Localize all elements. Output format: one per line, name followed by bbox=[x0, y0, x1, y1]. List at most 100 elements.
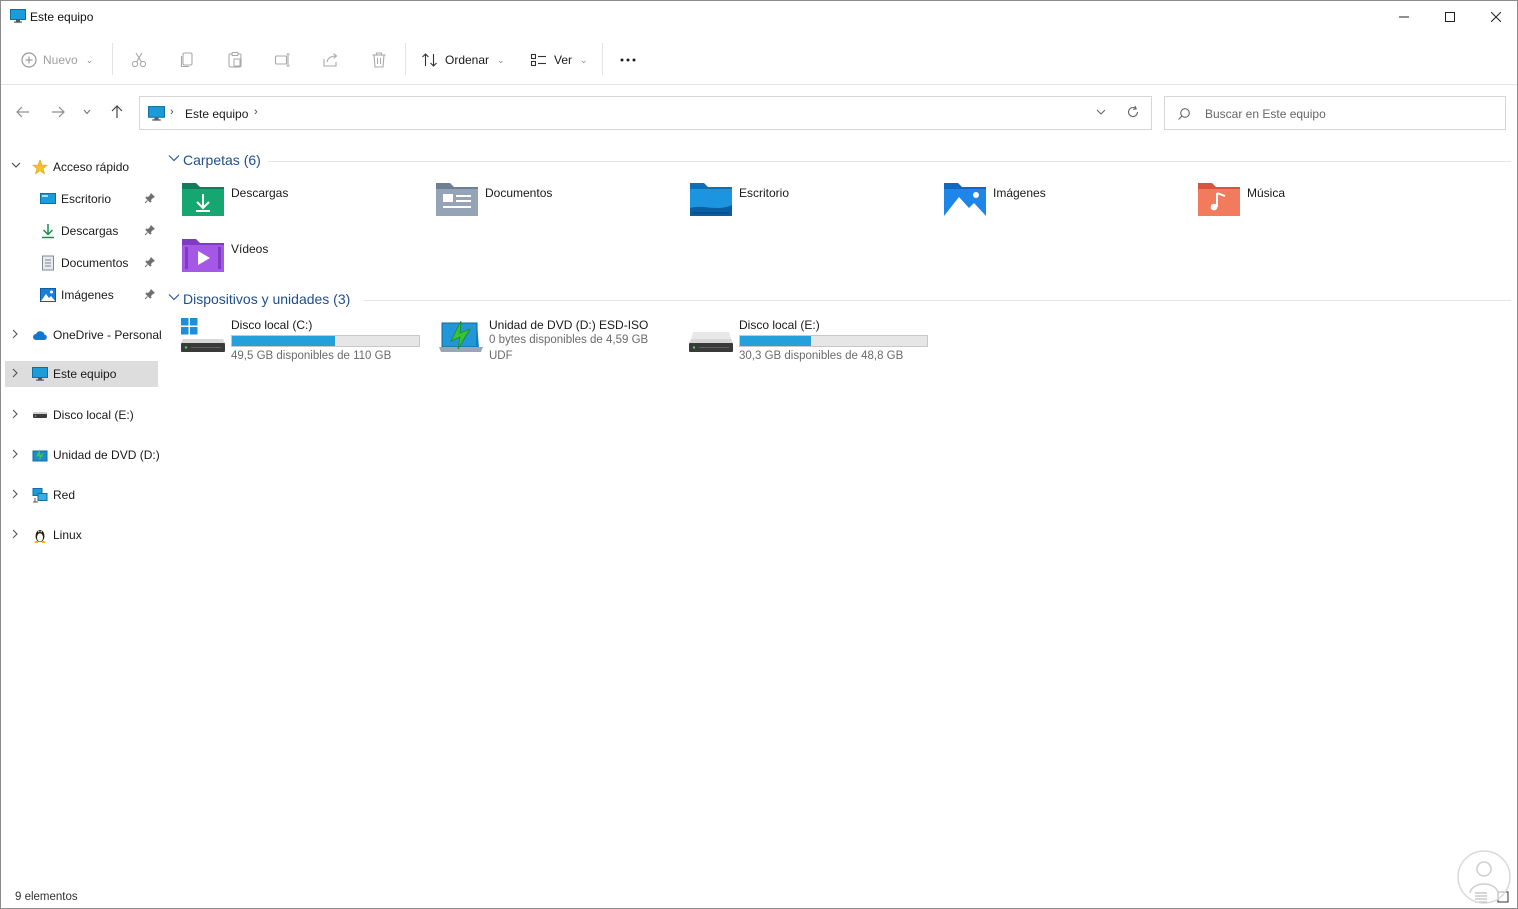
folder-escritorio[interactable]: Escritorio bbox=[689, 178, 939, 226]
trash-icon bbox=[372, 52, 386, 68]
recent-locations-button[interactable] bbox=[77, 99, 97, 125]
drive-dvd-d[interactable]: Unidad de DVD (D:) ESD-ISO 0 bytes dispo… bbox=[439, 317, 689, 367]
close-button[interactable] bbox=[1473, 1, 1518, 33]
pin-icon bbox=[144, 225, 155, 236]
drive-e[interactable]: Disco local (E:) 30,3 GB disponibles de … bbox=[689, 317, 939, 367]
chevron-right-icon[interactable] bbox=[11, 329, 21, 341]
chevron-down-icon bbox=[168, 294, 180, 301]
drive-usage-fill bbox=[232, 336, 335, 346]
chevron-right-icon[interactable] bbox=[11, 529, 21, 541]
sidebar-item-descargas[interactable]: Descargas bbox=[5, 218, 158, 244]
pictures-icon bbox=[40, 288, 56, 302]
back-button[interactable] bbox=[10, 99, 36, 125]
cloud-icon bbox=[33, 331, 47, 340]
forward-button[interactable] bbox=[45, 99, 71, 125]
sidebar-item-dvd-d[interactable]: Unidad de DVD (D:) bbox=[5, 442, 160, 468]
drive-usage-bar bbox=[739, 335, 928, 347]
desktop-icon bbox=[40, 193, 56, 204]
this-pc-icon bbox=[148, 106, 165, 121]
folder-label: Documentos bbox=[485, 186, 553, 200]
refresh-button[interactable] bbox=[1126, 105, 1140, 122]
folder-videos[interactable]: Vídeos bbox=[181, 234, 431, 282]
folder-descargas[interactable]: Descargas bbox=[181, 178, 431, 226]
sidebar-item-imagenes[interactable]: Imágenes bbox=[5, 282, 158, 308]
drive-filesystem: UDF bbox=[489, 350, 513, 362]
sidebar-item-este-equipo[interactable]: Este equipo bbox=[5, 361, 158, 387]
chevron-down-icon bbox=[168, 155, 180, 162]
drive-name: Disco local (C:) bbox=[231, 318, 313, 332]
document-icon bbox=[42, 255, 54, 271]
chevron-down-icon[interactable] bbox=[11, 161, 21, 173]
ellipsis-icon bbox=[620, 58, 636, 62]
chevron-right-icon[interactable] bbox=[11, 368, 21, 380]
chevron-down-icon bbox=[1096, 109, 1106, 115]
share-button[interactable] bbox=[322, 47, 340, 73]
new-button[interactable]: Nuevo ⌄ bbox=[21, 47, 93, 73]
rename-icon bbox=[274, 53, 290, 67]
drive-c[interactable]: Disco local (C:) 49,5 GB disponibles de … bbox=[181, 317, 431, 367]
group-title: Carpetas (6) bbox=[183, 152, 261, 168]
folder-documentos[interactable]: Documentos bbox=[435, 178, 685, 226]
star-icon bbox=[32, 159, 48, 175]
view-list-icon bbox=[530, 53, 546, 67]
group-header-folders[interactable]: Carpetas (6) bbox=[166, 148, 1511, 172]
chevron-right-icon[interactable] bbox=[11, 449, 21, 461]
copy-button[interactable] bbox=[178, 47, 196, 73]
chevron-right-icon[interactable] bbox=[11, 409, 21, 421]
sidebar-item-onedrive[interactable]: OneDrive - Personal bbox=[5, 322, 162, 348]
breadcrumb-este-equipo[interactable]: Este equipo bbox=[185, 107, 248, 121]
folder-label: Descargas bbox=[231, 186, 289, 200]
chevron-right-icon[interactable]: › bbox=[254, 106, 258, 118]
pin-icon bbox=[144, 289, 155, 300]
sidebar-item-label: Disco local (E:) bbox=[53, 408, 134, 422]
videos-folder-icon bbox=[182, 239, 224, 272]
pin-icon bbox=[144, 193, 155, 204]
chevron-right-icon[interactable] bbox=[11, 489, 21, 501]
up-button[interactable] bbox=[104, 99, 130, 125]
sidebar-item-escritorio[interactable]: Escritorio bbox=[5, 186, 158, 212]
more-options-button[interactable] bbox=[619, 47, 637, 73]
maximize-button[interactable] bbox=[1427, 1, 1473, 33]
arrow-right-icon bbox=[52, 106, 65, 118]
arrow-up-icon bbox=[111, 105, 123, 118]
folder-imagenes[interactable]: Imágenes bbox=[943, 178, 1193, 226]
arrow-left-icon bbox=[16, 106, 29, 118]
address-history-button[interactable] bbox=[1096, 105, 1106, 122]
drive-name: Unidad de DVD (D:) ESD-ISO bbox=[489, 318, 649, 332]
separator bbox=[112, 43, 113, 75]
maximize-icon bbox=[1445, 12, 1455, 22]
sidebar-item-linux[interactable]: Linux bbox=[5, 522, 158, 548]
command-bar: Nuevo ⌄ Ordenar ⌄ Ver ⌄ bbox=[1, 35, 1517, 85]
view-button[interactable]: Ver ⌄ bbox=[530, 47, 588, 73]
search-icon bbox=[1178, 108, 1190, 120]
sidebar-item-label: Documentos bbox=[61, 256, 129, 270]
search-box[interactable] bbox=[1164, 96, 1506, 130]
group-divider bbox=[364, 300, 1511, 301]
dvd-drive-icon bbox=[439, 320, 483, 352]
address-bar[interactable]: › Este equipo › bbox=[139, 96, 1152, 130]
sidebar-item-red[interactable]: Red bbox=[5, 482, 158, 508]
view-button-label: Ver bbox=[554, 53, 573, 67]
watermark-logo-icon bbox=[1457, 850, 1511, 904]
penguin-icon bbox=[34, 530, 46, 543]
rename-button[interactable] bbox=[274, 47, 292, 73]
separator bbox=[602, 43, 603, 75]
sidebar-item-label: Unidad de DVD (D:) bbox=[53, 448, 160, 462]
cut-button[interactable] bbox=[130, 47, 148, 73]
sidebar-item-label: Linux bbox=[53, 528, 82, 542]
chevron-right-icon: › bbox=[170, 106, 174, 118]
folder-musica[interactable]: Música bbox=[1197, 178, 1447, 226]
delete-button[interactable] bbox=[370, 47, 388, 73]
search-input[interactable] bbox=[1205, 106, 1495, 122]
minimize-button[interactable] bbox=[1381, 1, 1427, 33]
chevron-down-icon bbox=[83, 109, 91, 115]
sidebar-item-quick-access[interactable]: Acceso rápido bbox=[5, 154, 158, 180]
paste-button[interactable] bbox=[226, 47, 244, 73]
sidebar-item-documentos[interactable]: Documentos bbox=[5, 250, 158, 276]
item-count: 9 elementos bbox=[15, 891, 78, 903]
drive-usage-bar bbox=[231, 335, 420, 347]
sort-button[interactable]: Ordenar ⌄ bbox=[421, 47, 505, 73]
plus-circle-icon bbox=[21, 52, 37, 68]
sidebar-item-disco-e[interactable]: Disco local (E:) bbox=[5, 402, 158, 428]
group-header-devices[interactable]: Dispositivos y unidades (3) bbox=[166, 287, 1511, 311]
